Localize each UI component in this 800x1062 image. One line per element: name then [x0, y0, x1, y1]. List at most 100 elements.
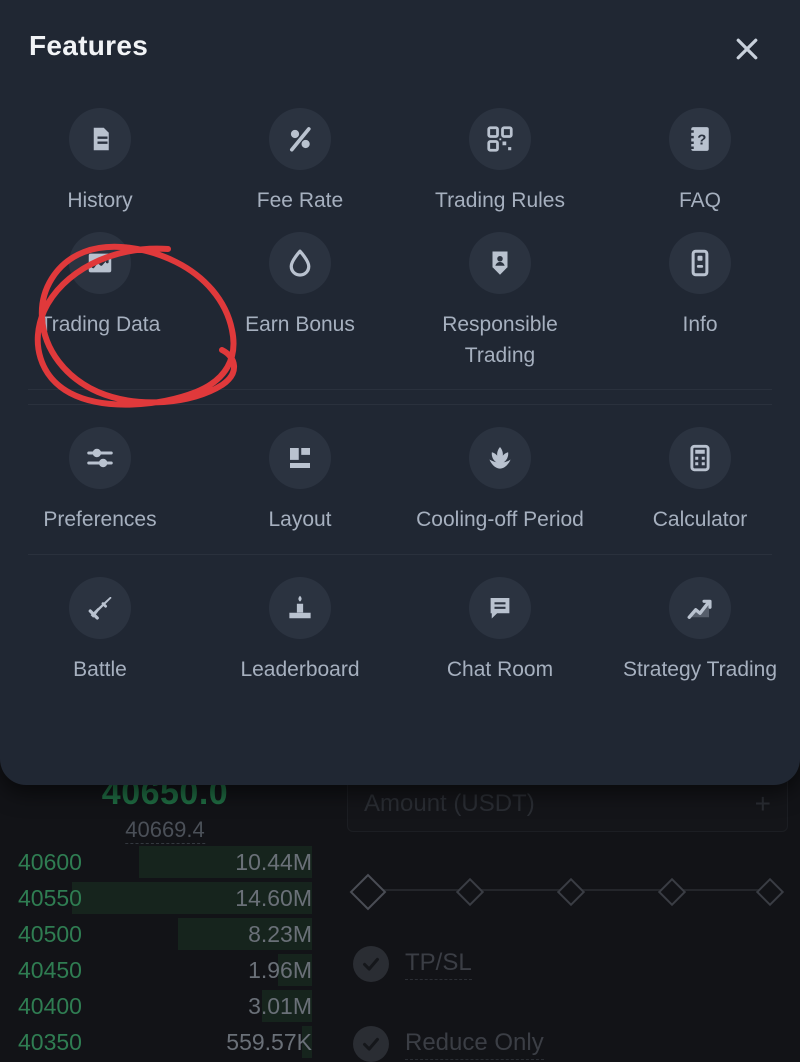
- feature-label-battle: Battle: [73, 657, 127, 681]
- feature-item-history[interactable]: History: [0, 96, 200, 216]
- feature-icon-wrap-chat-room: [469, 576, 531, 639]
- podium-icon: [289, 595, 311, 618]
- feature-label-chat-room: Chat Room: [446, 657, 554, 681]
- slider-handle[interactable]: [349, 873, 387, 911]
- slider-tick-75[interactable]: [657, 877, 687, 907]
- svg-text:?: ?: [697, 132, 706, 149]
- feature-label-history: History: [67, 189, 133, 212]
- orderbook-price: 40550: [18, 884, 82, 911]
- grid-qr-icon: [487, 126, 513, 152]
- orderbook-amount: 559.57K: [226, 1028, 312, 1055]
- orderbook-row[interactable]: 40500 8.23M: [0, 916, 330, 952]
- feature-icon-wrap-earn-bonus: [269, 232, 331, 295]
- check-icon: [363, 957, 379, 971]
- orderbook-row[interactable]: 40450 1.96M: [0, 952, 330, 988]
- chart-line-icon: [88, 254, 112, 273]
- close-icon: [736, 38, 758, 60]
- amount-slider[interactable]: [349, 873, 785, 911]
- features-grid: History Fee Rate Trading Rules ? FAQ Trading …: [0, 96, 800, 689]
- shield-person-icon: [492, 251, 508, 276]
- feature-icon-wrap-trading-rules: [469, 108, 531, 170]
- feature-item-leaderboard[interactable]: Leaderboard: [200, 565, 400, 685]
- features-row-1: History Fee Rate Trading Rules ? FAQ: [0, 96, 800, 220]
- feature-item-fee-rate[interactable]: Fee Rate: [200, 96, 400, 216]
- question-book-icon: ?: [690, 127, 709, 151]
- feature-icon-wrap-cooling-off-period: [469, 427, 531, 490]
- orderbook-amount: 3.01M: [248, 992, 312, 1019]
- features-divider-3: [28, 553, 772, 555]
- feature-item-faq[interactable]: ? FAQ: [600, 96, 800, 216]
- feature-label-fee-rate: Fee Rate: [256, 189, 344, 212]
- feature-icon-wrap-leaderboard: [269, 576, 331, 639]
- sliders-icon: [87, 449, 113, 468]
- feature-item-calculator[interactable]: Calculator: [600, 415, 800, 535]
- feature-icon-wrap-info: [669, 232, 731, 295]
- feature-item-info[interactable]: Info: [600, 220, 800, 371]
- feature-label-calculator: Calculator: [652, 508, 748, 532]
- feature-icon-wrap-calculator: [669, 427, 731, 490]
- page-title: Features: [29, 30, 149, 61]
- feature-label-strategy-trading: Strategy Trading: [622, 657, 778, 681]
- feature-icon-wrap-trading-data: [69, 232, 131, 295]
- orderbook-row[interactable]: 40350 559.57K: [0, 1024, 330, 1060]
- feature-item-earn-bonus[interactable]: Earn Bonus: [200, 220, 400, 371]
- orderbook-rows: 40600 10.44M 40550 14.60M 40500 8.23M 40450 1.9…: [0, 844, 330, 1060]
- layout-panels-icon: [290, 448, 310, 469]
- feature-item-preferences[interactable]: Preferences: [0, 415, 200, 535]
- slider-tick-50[interactable]: [556, 877, 586, 907]
- feature-label-info: Info: [682, 313, 718, 337]
- index-price: 40669.4: [125, 817, 205, 844]
- feature-label-trading-data: Trading Data: [39, 313, 161, 337]
- checkbox-tp-sl[interactable]: [353, 946, 389, 982]
- feature-icon-wrap-history: [69, 108, 131, 170]
- feature-item-strategy-trading[interactable]: Strategy Trading: [600, 565, 800, 685]
- orderbook-price: 40350: [18, 1028, 82, 1055]
- sheet-header: Features: [0, 0, 800, 96]
- feature-item-trading-rules[interactable]: Trading Rules: [400, 96, 600, 216]
- feature-label-layout: Layout: [268, 508, 332, 532]
- feature-label-responsible-trading: Responsible Trading: [442, 313, 558, 367]
- feature-icon-wrap-preferences: [69, 427, 131, 490]
- calculator-icon: [690, 445, 710, 472]
- orderbook-price: 40500: [18, 920, 82, 947]
- feature-label-earn-bonus: Earn Bonus: [245, 313, 355, 337]
- order-form-panel: Amount (USDT) + TP/SL Reduce Only: [335, 770, 800, 1062]
- orderbook-amount: 10.44M: [235, 848, 312, 875]
- feature-item-layout[interactable]: Layout: [200, 415, 400, 535]
- features-row-3: Preferences Layout Cooling-off Period Calcu…: [0, 415, 800, 539]
- orderbook-panel: 40650.0 40669.4 40600 10.44M 40550 14.60M 40…: [0, 770, 330, 1060]
- feature-item-trading-data[interactable]: Trading Data: [0, 220, 200, 371]
- droplet-icon: [289, 250, 311, 278]
- checkbox-label-tp-sl: TP/SL: [405, 949, 472, 980]
- orderbook-row[interactable]: 40600 10.44M: [0, 844, 330, 880]
- checkbox-row-tp-sl[interactable]: TP/SL: [353, 946, 800, 982]
- feature-label-preferences: Preferences: [43, 508, 157, 532]
- info-card-icon: [691, 250, 709, 277]
- feature-label-trading-rules: Trading Rules: [435, 189, 565, 212]
- close-button[interactable]: [724, 26, 770, 72]
- amount-input-label: Amount (USDT): [364, 790, 535, 817]
- feature-icon-wrap-battle: [69, 576, 131, 639]
- features-divider-2: [28, 389, 772, 391]
- sword-icon: [88, 596, 112, 620]
- amount-increment-button[interactable]: +: [755, 788, 771, 820]
- feature-icon-wrap-faq: ?: [669, 108, 731, 170]
- feature-label-cooling-off-period: Cooling-off Period: [416, 508, 584, 532]
- document-icon: [93, 127, 109, 151]
- check-icon: [363, 1037, 379, 1051]
- slider-tick-25[interactable]: [456, 877, 485, 907]
- orderbook-row[interactable]: 40400 3.01M: [0, 988, 330, 1024]
- features-row-4: Battle Leaderboard Chat Room Strategy Tradi…: [0, 565, 800, 689]
- features-divider-2: [28, 404, 772, 406]
- feature-item-cooling-off-period[interactable]: Cooling-off Period: [400, 415, 600, 535]
- feature-item-responsible-trading[interactable]: Responsible Trading: [400, 220, 600, 371]
- lotus-icon: [489, 447, 511, 469]
- feature-item-chat-room[interactable]: Chat Room: [400, 565, 600, 685]
- orderbook-row[interactable]: 40550 14.60M: [0, 880, 330, 916]
- percent-icon: [290, 127, 311, 152]
- feature-item-battle[interactable]: Battle: [0, 565, 200, 685]
- feature-icon-wrap-responsible-trading: [469, 232, 531, 295]
- slider-tick-100[interactable]: [755, 877, 785, 907]
- feature-icon-wrap-layout: [269, 427, 331, 490]
- orderbook-price: 40400: [18, 992, 82, 1019]
